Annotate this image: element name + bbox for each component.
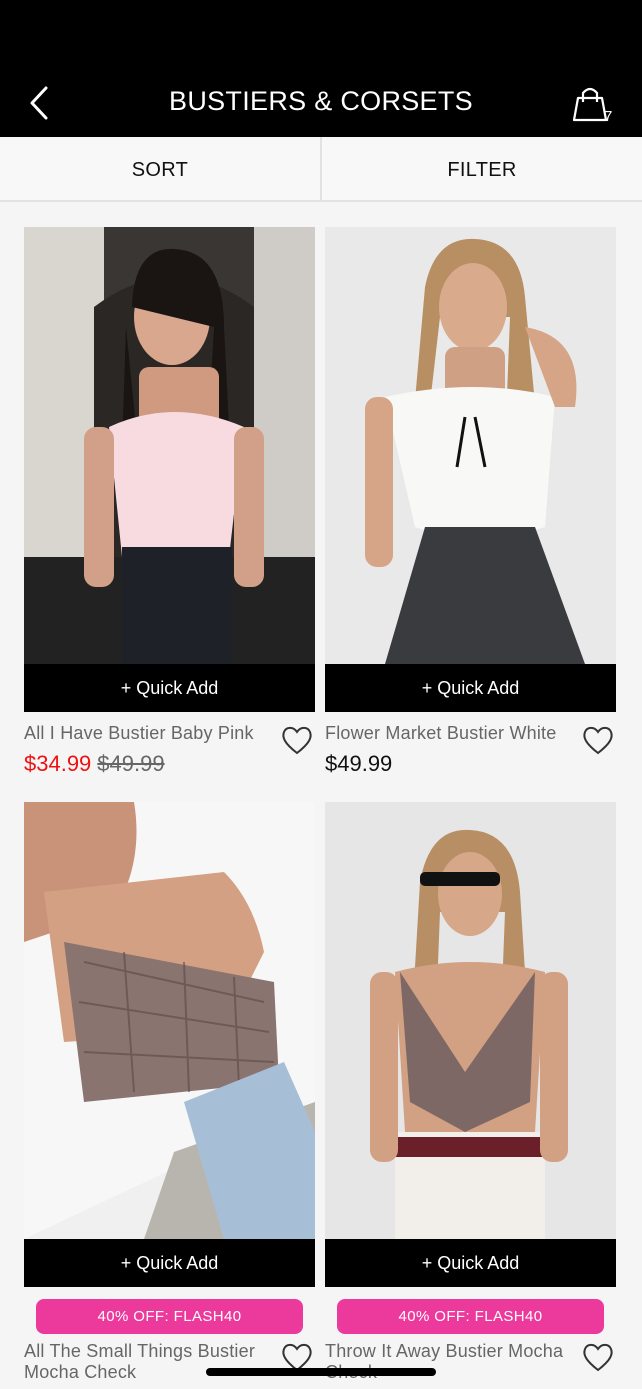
- product-image[interactable]: [24, 227, 315, 664]
- product-image[interactable]: [325, 802, 616, 1239]
- filter-button[interactable]: FILTER: [322, 137, 642, 200]
- product-image[interactable]: [325, 227, 616, 664]
- product-name[interactable]: Flower Market Bustier White: [325, 723, 570, 744]
- heart-icon[interactable]: [581, 724, 615, 756]
- product-name[interactable]: All I Have Bustier Baby Pink: [24, 723, 269, 744]
- product-price: $49.99: [325, 751, 393, 776]
- product-name[interactable]: Throw It Away Bustier Mocha Check: [325, 1341, 570, 1383]
- sort-filter-bar: SORT FILTER: [0, 137, 642, 202]
- heart-icon[interactable]: [581, 1341, 615, 1373]
- home-indicator[interactable]: [206, 1368, 436, 1376]
- page-title: BUSTIERS & CORSETS: [169, 86, 473, 116]
- quick-add-button[interactable]: + Quick Add: [325, 1239, 616, 1287]
- product-name[interactable]: All The Small Things Bustier Mocha Check: [24, 1341, 269, 1383]
- quick-add-button[interactable]: + Quick Add: [24, 664, 315, 712]
- heart-icon[interactable]: [280, 724, 314, 756]
- promo-badge: 40% OFF: FLASH40: [36, 1299, 303, 1334]
- quick-add-button[interactable]: + Quick Add: [24, 1239, 315, 1287]
- top-bar: BUSTIERS & CORSETS 7: [0, 0, 642, 137]
- product-price: $34.99 $49.99: [24, 751, 165, 777]
- product-image[interactable]: [24, 802, 315, 1239]
- promo-badge: 40% OFF: FLASH40: [337, 1299, 604, 1334]
- sale-price: $34.99: [24, 751, 92, 776]
- cart-count-badge: 7: [604, 108, 613, 125]
- original-price: $49.99: [97, 751, 165, 776]
- sort-button[interactable]: SORT: [0, 137, 320, 200]
- quick-add-button[interactable]: + Quick Add: [325, 664, 616, 712]
